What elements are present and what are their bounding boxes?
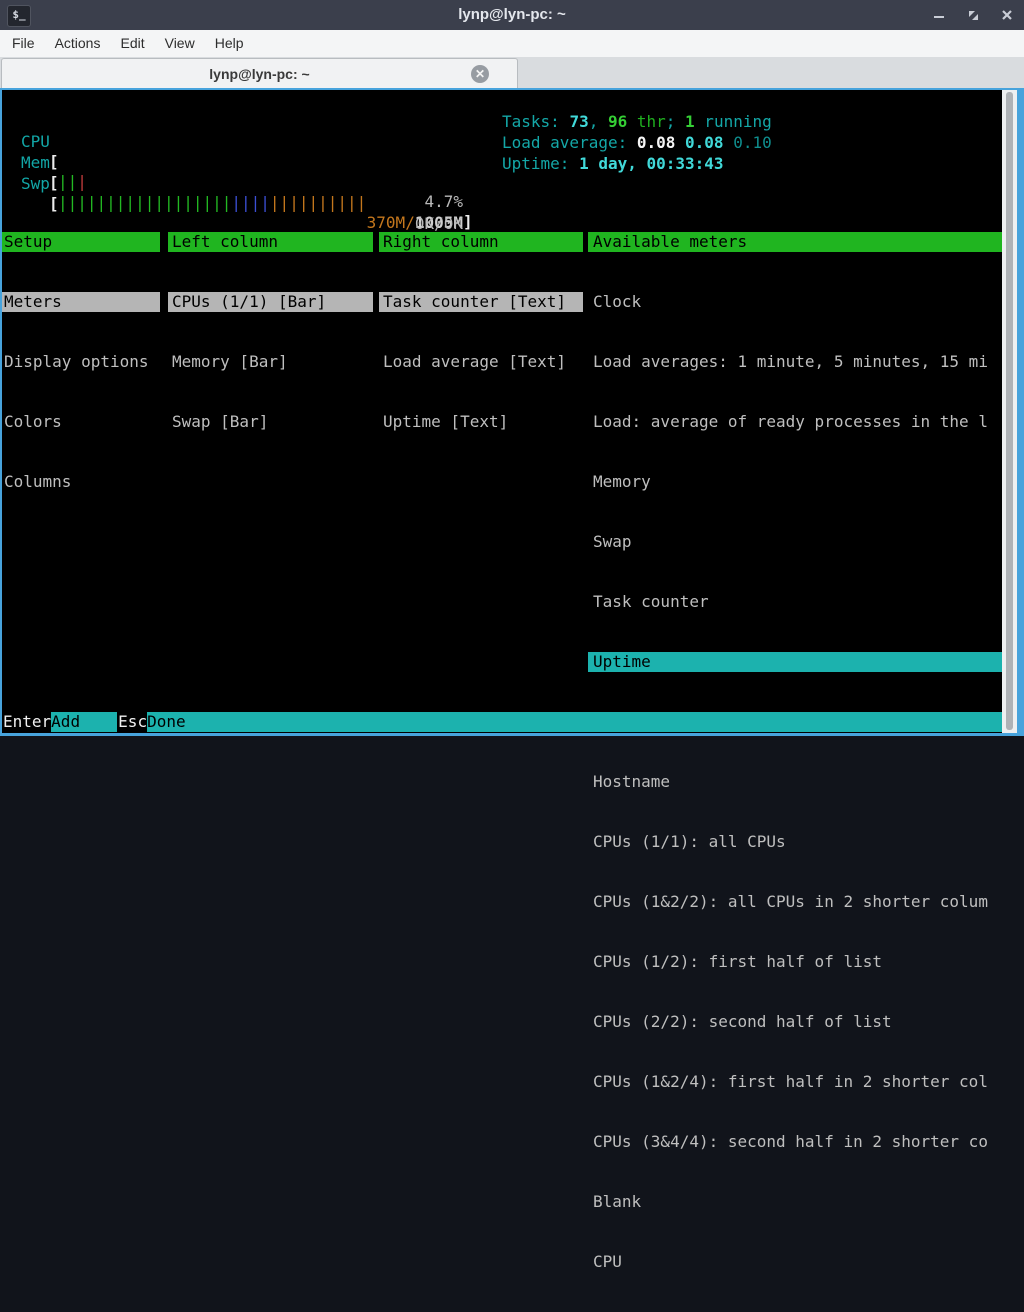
meter-item-cpus-2-2[interactable]: CPUs (2/2): second half of list bbox=[588, 1012, 1002, 1032]
done-button[interactable]: Done bbox=[147, 712, 1003, 732]
terminal-tab[interactable]: lynp@lyn-pc: ~ ✕ bbox=[1, 58, 518, 88]
window-title: lynp@lyn-pc: ~ bbox=[0, 0, 1024, 30]
swap-meter: Swp [ 0K/0K ] bbox=[2, 154, 472, 174]
panel-available-meters: Available meters Clock Load averages: 1 … bbox=[588, 192, 1002, 1312]
panel-right-column-header: Right column bbox=[379, 232, 583, 252]
meter-item-clock[interactable]: Clock bbox=[588, 292, 1002, 312]
enter-key-label: Enter bbox=[2, 712, 51, 732]
meter-item-hostname[interactable]: Hostname bbox=[588, 772, 1002, 792]
uptime-stat: Uptime: 1 day, 00:33:43 bbox=[502, 154, 724, 174]
tab-title: lynp@lyn-pc: ~ bbox=[2, 59, 517, 89]
cpu-meter: CPU [ ||| 4.7% ] bbox=[2, 112, 472, 132]
right-column-item-uptime[interactable]: Uptime [Text] bbox=[379, 412, 583, 432]
tasks-running-count: 1 bbox=[685, 112, 695, 131]
add-button[interactable]: Add bbox=[51, 712, 117, 732]
left-column-item-swap[interactable]: Swap [Bar] bbox=[168, 412, 373, 432]
uptime-label: Uptime: bbox=[502, 154, 579, 173]
load-label: Load average: bbox=[502, 133, 637, 152]
tasks-stat: Tasks: 73, 96 thr; 1 running bbox=[502, 112, 772, 132]
meter-item-cpus-1and2-2[interactable]: CPUs (1&2/2): all CPUs in 2 shorter colu… bbox=[588, 892, 1002, 912]
panel-available-meters-header: Available meters bbox=[588, 232, 1002, 252]
terminal-screen: CPU [ ||| 4.7% ] Mem [ |||||||||||||||||… bbox=[2, 90, 1002, 733]
panel-left-column: Left column CPUs (1/1) [Bar] Memory [Bar… bbox=[168, 192, 373, 472]
tasks-thr-label: thr bbox=[627, 112, 666, 131]
panel-right-column: Right column Task counter [Text] Load av… bbox=[379, 192, 583, 472]
swap-meter-label: Swp bbox=[21, 174, 50, 194]
meter-item-cpus-1and2-4[interactable]: CPUs (1&2/4): first half in 2 shorter co… bbox=[588, 1072, 1002, 1092]
meter-item-swap[interactable]: Swap bbox=[588, 532, 1002, 552]
scrollbar-thumb[interactable] bbox=[1006, 92, 1013, 730]
panel-setup: Setup Meters Display options Colors Colu… bbox=[2, 192, 160, 532]
maximize-icon[interactable] bbox=[966, 8, 980, 22]
meter-item-uptime-selected[interactable]: Uptime bbox=[588, 652, 1002, 672]
panel-left-column-header: Left column bbox=[168, 232, 373, 252]
function-bar: Enter Add Esc Done bbox=[2, 712, 1003, 732]
menu-edit[interactable]: Edit bbox=[110, 30, 154, 57]
menu-actions[interactable]: Actions bbox=[45, 30, 111, 57]
load-1min: 0.08 bbox=[637, 133, 685, 152]
meter-item-cpus-3and4-4[interactable]: CPUs (3&4/4): second half in 2 shorter c… bbox=[588, 1132, 1002, 1152]
tabbar: lynp@lyn-pc: ~ ✕ bbox=[0, 57, 1024, 88]
mem-meter: Mem [ |||||||||||||||||||||||||||||||| 3… bbox=[2, 133, 472, 153]
meter-item-task-counter[interactable]: Task counter bbox=[588, 592, 1002, 612]
terminal-scrollbar[interactable] bbox=[1002, 90, 1017, 733]
terminal-frame: CPU [ ||| 4.7% ] Mem [ |||||||||||||||||… bbox=[0, 88, 1024, 736]
close-icon[interactable] bbox=[1000, 8, 1014, 22]
meter-item-cpus-1-1[interactable]: CPUs (1/1): all CPUs bbox=[588, 832, 1002, 852]
tasks-semicolon: ; bbox=[666, 112, 685, 131]
menu-view[interactable]: View bbox=[155, 30, 205, 57]
load-average-stat: Load average: 0.08 0.08 0.10 bbox=[502, 133, 772, 153]
setup-item-display-options[interactable]: Display options bbox=[2, 352, 160, 372]
menu-help[interactable]: Help bbox=[205, 30, 254, 57]
setup-item-meters[interactable]: Meters bbox=[2, 292, 160, 312]
meter-item-load[interactable]: Load: average of ready processes in the … bbox=[588, 412, 1002, 432]
minimize-icon[interactable] bbox=[932, 8, 946, 22]
tasks-count: 73 bbox=[569, 112, 588, 131]
menubar: File Actions Edit View Help bbox=[0, 30, 1024, 57]
left-column-item-cpus[interactable]: CPUs (1/1) [Bar] bbox=[168, 292, 373, 312]
load-15min: 0.10 bbox=[733, 133, 772, 152]
window-controls bbox=[932, 0, 1014, 30]
titlebar: $_ lynp@lyn-pc: ~ bbox=[0, 0, 1024, 30]
tab-close-icon[interactable]: ✕ bbox=[471, 65, 489, 83]
meter-item-load-averages[interactable]: Load averages: 1 minute, 5 minutes, 15 m… bbox=[588, 352, 1002, 372]
right-column-item-load-average[interactable]: Load average [Text] bbox=[379, 352, 583, 372]
meter-item-blank[interactable]: Blank bbox=[588, 1192, 1002, 1212]
uptime-value: 1 day, 00:33:43 bbox=[579, 154, 724, 173]
setup-item-colors[interactable]: Colors bbox=[2, 412, 160, 432]
load-5min: 0.08 bbox=[685, 133, 733, 152]
meter-item-cpus-1-2[interactable]: CPUs (1/2): first half of list bbox=[588, 952, 1002, 972]
tasks-running-label: running bbox=[695, 112, 772, 131]
esc-key-label: Esc bbox=[117, 712, 147, 732]
meter-item-cpu[interactable]: CPU bbox=[588, 1252, 1002, 1272]
setup-item-columns[interactable]: Columns bbox=[2, 472, 160, 492]
meter-item-memory[interactable]: Memory bbox=[588, 472, 1002, 492]
panel-setup-header: Setup bbox=[2, 232, 160, 252]
cpu-meter-bars: ||| bbox=[58, 172, 87, 192]
right-column-item-task-counter[interactable]: Task counter [Text] bbox=[379, 292, 583, 312]
tasks-separator: , bbox=[589, 112, 608, 131]
menu-file[interactable]: File bbox=[2, 30, 45, 57]
tasks-thread-count: 96 bbox=[608, 112, 627, 131]
left-column-item-memory[interactable]: Memory [Bar] bbox=[168, 352, 373, 372]
tasks-label: Tasks: bbox=[502, 112, 569, 131]
